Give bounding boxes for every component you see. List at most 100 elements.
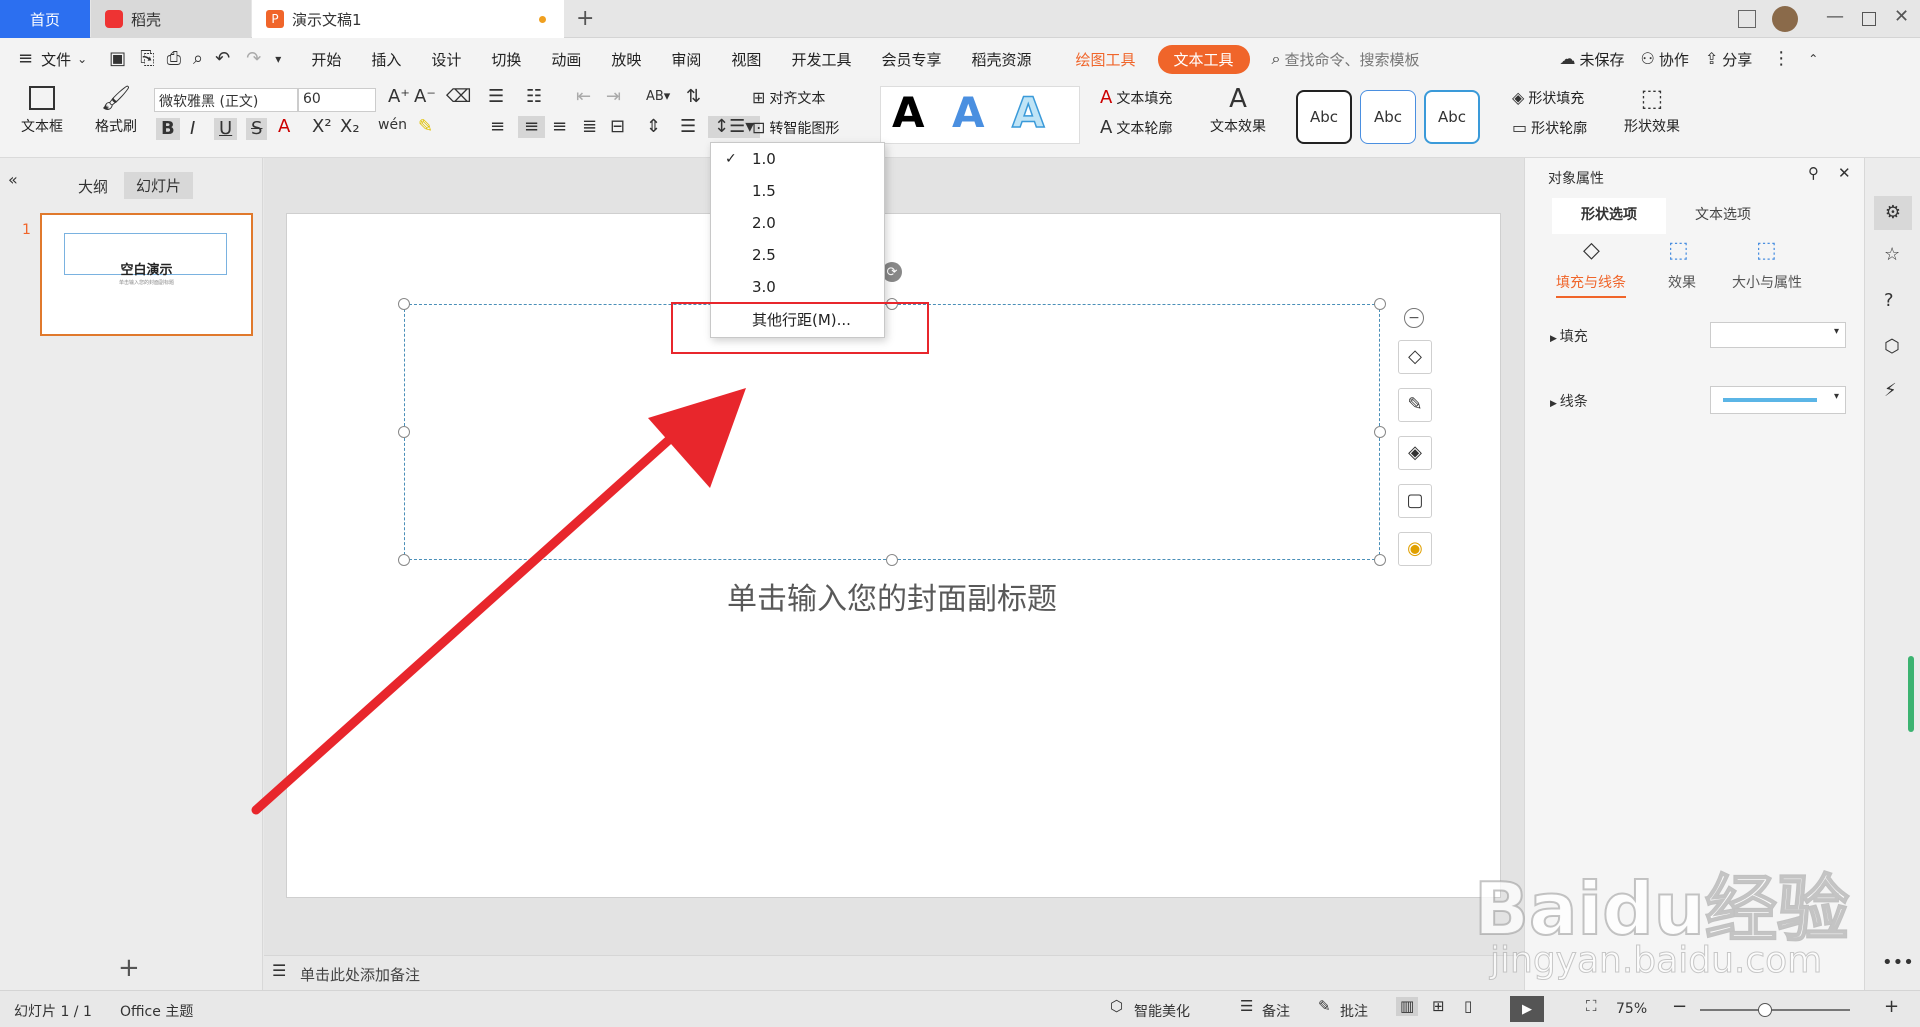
print-preview-icon[interactable]: ⌕ xyxy=(193,50,203,68)
bold-icon[interactable]: B xyxy=(156,118,180,140)
menu-design[interactable]: 设计 xyxy=(431,49,461,70)
increase-font-icon[interactable]: A⁺ xyxy=(388,88,410,106)
italic-icon[interactable]: I xyxy=(190,120,195,138)
menu-daoke-resources[interactable]: 稻壳资源 xyxy=(971,49,1031,70)
shape-outline-button[interactable]: ▭ 形状轮廓 xyxy=(1512,118,1587,138)
customize-icon[interactable]: ▾ xyxy=(275,53,281,65)
help-icon[interactable]: ? xyxy=(1884,292,1894,310)
line-spacing-option-3[interactable]: 2.0 xyxy=(711,207,884,239)
align-left-icon[interactable]: ≡ xyxy=(490,118,505,136)
hamburger-icon[interactable]: ≡ xyxy=(18,50,33,68)
subtab-size[interactable]: 大小与属性 xyxy=(1732,272,1802,292)
collapse-ribbon-icon[interactable]: ⌃ xyxy=(1808,53,1818,65)
shape-style-1[interactable]: Abc xyxy=(1296,90,1352,144)
layers-button[interactable]: ◇ xyxy=(1398,340,1432,374)
backup-icon[interactable]: ⚡ xyxy=(1884,382,1897,400)
resize-handle-mr[interactable] xyxy=(1374,426,1386,438)
zoom-in-icon[interactable]: + xyxy=(1884,998,1899,1016)
shapes-icon[interactable]: ⬡ xyxy=(1884,338,1900,356)
superscript-icon[interactable]: X² xyxy=(312,118,332,136)
line-spacing-option-2[interactable]: 1.5 xyxy=(711,175,884,207)
zoom-slider-thumb[interactable] xyxy=(1758,1003,1772,1017)
font-name-select[interactable]: 微软雅黑 (正文) xyxy=(154,88,298,112)
font-size-select[interactable]: 60 xyxy=(298,88,376,112)
comments-button[interactable]: 批注 xyxy=(1340,1001,1368,1021)
column-spacing-icon[interactable]: ☰ xyxy=(680,118,696,136)
notes-toggle-button[interactable]: 备注 xyxy=(1262,1001,1290,1021)
menu-view[interactable]: 视图 xyxy=(731,49,761,70)
shape-effect-button[interactable]: ⬚ 形状效果 xyxy=(1612,86,1692,136)
menu-file[interactable]: 文件 xyxy=(41,49,71,70)
paragraph-spacing-icon[interactable]: ⇕ xyxy=(646,118,661,136)
line-spacing-option-5[interactable]: 3.0 xyxy=(711,271,884,303)
wordart-style-blue[interactable]: A xyxy=(952,88,985,137)
tab-text-options[interactable]: 文本选项 xyxy=(1666,198,1780,234)
line-spacing-option-4[interactable]: 2.5 xyxy=(711,239,884,271)
restore-icon[interactable] xyxy=(1862,12,1876,26)
phonetic-icon[interactable]: wén xyxy=(378,118,407,132)
wordart-style-black[interactable]: A xyxy=(892,88,925,137)
sort-icon[interactable]: ⇅ xyxy=(686,88,701,106)
collapse-tools-icon[interactable]: − xyxy=(1404,308,1424,328)
resize-handle-tr[interactable] xyxy=(1374,298,1386,310)
window-layout-icon[interactable] xyxy=(1738,10,1756,28)
align-text-button[interactable]: ⊞ 对齐文本 xyxy=(752,88,825,108)
share-button[interactable]: 分享 xyxy=(1722,49,1752,70)
fill-bucket-button[interactable]: ◈ xyxy=(1398,436,1432,470)
text-outline-button[interactable]: A 文本轮廓 xyxy=(1100,118,1172,138)
section-fill[interactable]: ▶ 填充 xyxy=(1550,326,1588,346)
text-fill-button[interactable]: A 文本填充 xyxy=(1100,88,1172,108)
highlight-icon[interactable]: ✎ xyxy=(418,118,433,136)
more-icon[interactable]: ••• xyxy=(1882,954,1914,972)
format-painter-button[interactable]: 🖌 格式刷 xyxy=(88,86,144,144)
properties-icon[interactable]: ⚙ xyxy=(1874,196,1912,230)
undo-icon[interactable]: ↶ xyxy=(215,50,230,68)
zoom-level[interactable]: 75% xyxy=(1616,1001,1647,1017)
panel-title[interactable]: 对象属性 xyxy=(1548,168,1604,188)
avatar[interactable] xyxy=(1772,6,1798,32)
chevron-down-icon[interactable]: ⌄ xyxy=(77,53,87,65)
print-icon[interactable]: ⎙ xyxy=(167,50,181,68)
slide-thumbnail[interactable]: 空白演示 单击输入您的封面副标题 xyxy=(40,213,253,336)
justify-icon[interactable]: ≣ xyxy=(582,118,597,136)
menu-developer[interactable]: 开发工具 xyxy=(791,49,851,70)
subtab-effect[interactable]: 效果 xyxy=(1668,272,1696,292)
section-line[interactable]: ▶ 线条 xyxy=(1550,391,1588,411)
align-center-icon[interactable]: ≡ xyxy=(518,116,546,138)
zoom-out-icon[interactable]: − xyxy=(1672,998,1687,1016)
resize-handle-bm[interactable] xyxy=(886,554,898,566)
resize-handle-tl[interactable] xyxy=(398,298,410,310)
resize-handle-br[interactable] xyxy=(1374,554,1386,566)
menu-drawing-tools[interactable]: 绘图工具 xyxy=(1075,49,1135,70)
menu-review[interactable]: 审阅 xyxy=(671,49,701,70)
subscript-icon[interactable]: X₂ xyxy=(340,118,360,136)
reading-view-icon[interactable]: ▯ xyxy=(1464,999,1472,1014)
smart-shape-button[interactable]: ⊡ 转智能图形 xyxy=(752,118,839,138)
shape-fill-button[interactable]: ◈ 形状填充 xyxy=(1512,88,1584,108)
collaborate-button[interactable]: 协作 xyxy=(1659,49,1689,70)
tab-home[interactable]: 首页 xyxy=(0,0,90,38)
scroll-indicator[interactable] xyxy=(1908,656,1914,732)
add-slide-icon[interactable]: + xyxy=(118,955,140,981)
subtab-fill-line[interactable]: 填充与线条 xyxy=(1556,272,1626,298)
menu-transition[interactable]: 切换 xyxy=(491,49,521,70)
shape-style-3[interactable]: Abc xyxy=(1424,90,1480,144)
menu-insert[interactable]: 插入 xyxy=(371,49,401,70)
tab-shape-options[interactable]: 形状选项 xyxy=(1552,198,1666,234)
rotate-handle-icon[interactable]: ⟳ xyxy=(882,262,902,282)
save-icon[interactable]: ▣ xyxy=(109,50,126,68)
export-pdf-icon[interactable]: ⎘ xyxy=(140,50,154,68)
beautify-button[interactable]: 智能美化 xyxy=(1134,1001,1190,1021)
text-direction-icon[interactable]: AB▾ xyxy=(646,90,670,103)
magic-icon[interactable]: ☆ xyxy=(1884,246,1900,264)
menu-animation[interactable]: 动画 xyxy=(551,49,581,70)
more-icon[interactable]: ⋮ xyxy=(1772,50,1790,68)
tab-slides[interactable]: 幻灯片 xyxy=(124,172,194,199)
text-effect-button[interactable]: A 文本效果 xyxy=(1200,86,1276,136)
panel-close-icon[interactable]: ✕ xyxy=(1838,166,1851,181)
numbered-list-icon[interactable]: ☷ xyxy=(526,88,542,106)
pen-button[interactable]: ✎ xyxy=(1398,388,1432,422)
menu-slideshow[interactable]: 放映 xyxy=(611,49,641,70)
shape-style-2[interactable]: Abc xyxy=(1360,90,1416,144)
bullet-list-icon[interactable]: ☰ xyxy=(488,88,504,106)
